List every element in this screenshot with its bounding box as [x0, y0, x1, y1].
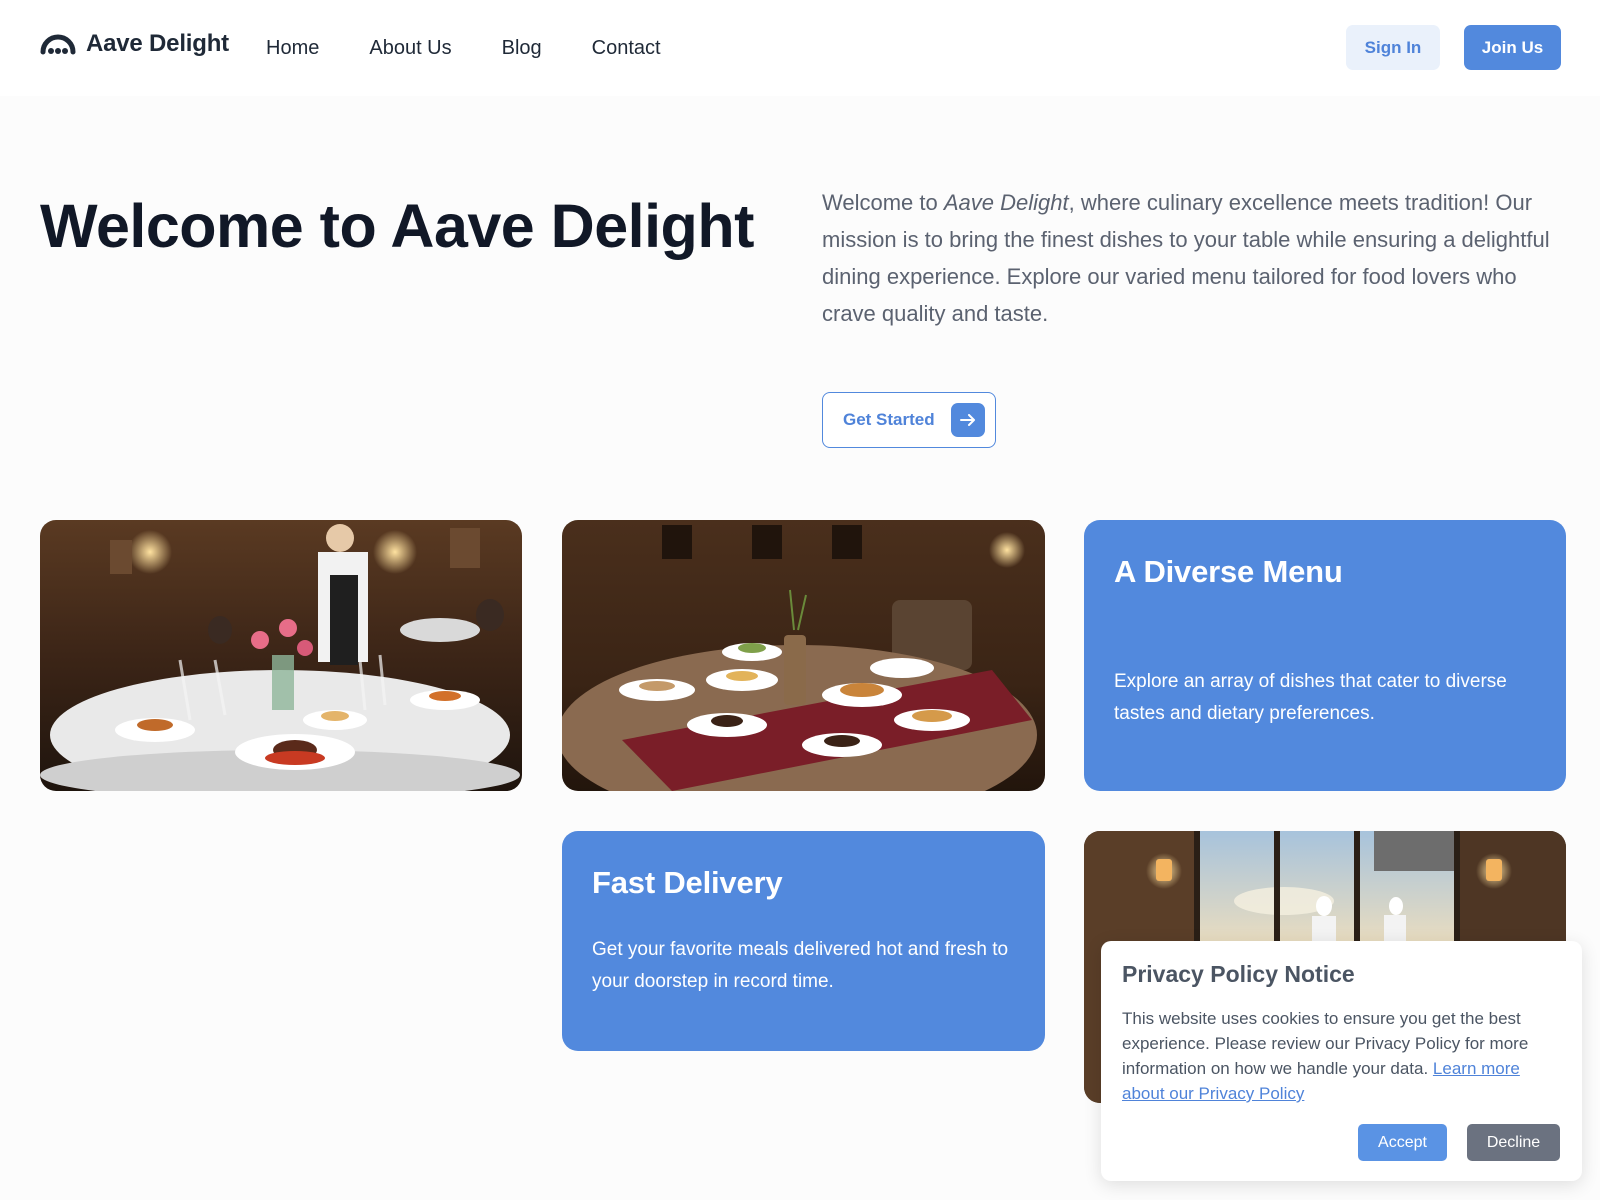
sign-in-button[interactable]: Sign In [1346, 25, 1440, 70]
privacy-title: Privacy Policy Notice [1122, 961, 1355, 987]
privacy-policy-popup: Privacy Policy Notice This website uses … [1101, 941, 1582, 1181]
decline-button[interactable]: Decline [1467, 1124, 1560, 1161]
restaurant-dining-image [40, 520, 522, 791]
fast-delivery-title: Fast Delivery [592, 865, 783, 900]
hero-title: Welcome to Aave Delight [40, 192, 754, 260]
join-us-button[interactable]: Join Us [1464, 25, 1561, 70]
site-header: Aave Delight Home About Us Blog Contact … [0, 0, 1600, 96]
diverse-menu-card: A Diverse Menu Explore an array of dishe… [1084, 520, 1566, 791]
nav-blog[interactable]: Blog [502, 37, 542, 60]
table-spread-image [562, 520, 1045, 791]
get-started-label: Get Started [843, 410, 935, 429]
privacy-text: This website uses cookies to ensure you … [1122, 1006, 1562, 1106]
nav-about-us[interactable]: About Us [369, 37, 451, 60]
hero-description: Welcome to Aave Delight, where culinary … [822, 184, 1562, 332]
arrow-right-icon [950, 403, 985, 437]
diverse-menu-title: A Diverse Menu [1114, 554, 1343, 589]
brand-name: Aave Delight [86, 30, 229, 57]
nav-contact[interactable]: Contact [592, 37, 661, 60]
brand-logo[interactable]: Aave Delight [40, 30, 229, 58]
fast-delivery-card: Fast Delivery Get your favorite meals de… [562, 831, 1045, 1051]
nav-home[interactable]: Home [266, 37, 319, 60]
fast-delivery-text: Get your favorite meals delivered hot an… [592, 939, 1009, 992]
accept-button[interactable]: Accept [1358, 1124, 1447, 1161]
hero-desc-brand: Aave Delight [943, 190, 1069, 215]
main-nav: Home About Us Blog Contact [266, 37, 711, 60]
logo-arc-icon [40, 34, 76, 55]
get-started-button[interactable]: Get Started [822, 392, 996, 448]
diverse-menu-text: Explore an array of dishes that cater to… [1114, 671, 1507, 724]
hero-desc-prefix: Welcome to [822, 190, 944, 215]
